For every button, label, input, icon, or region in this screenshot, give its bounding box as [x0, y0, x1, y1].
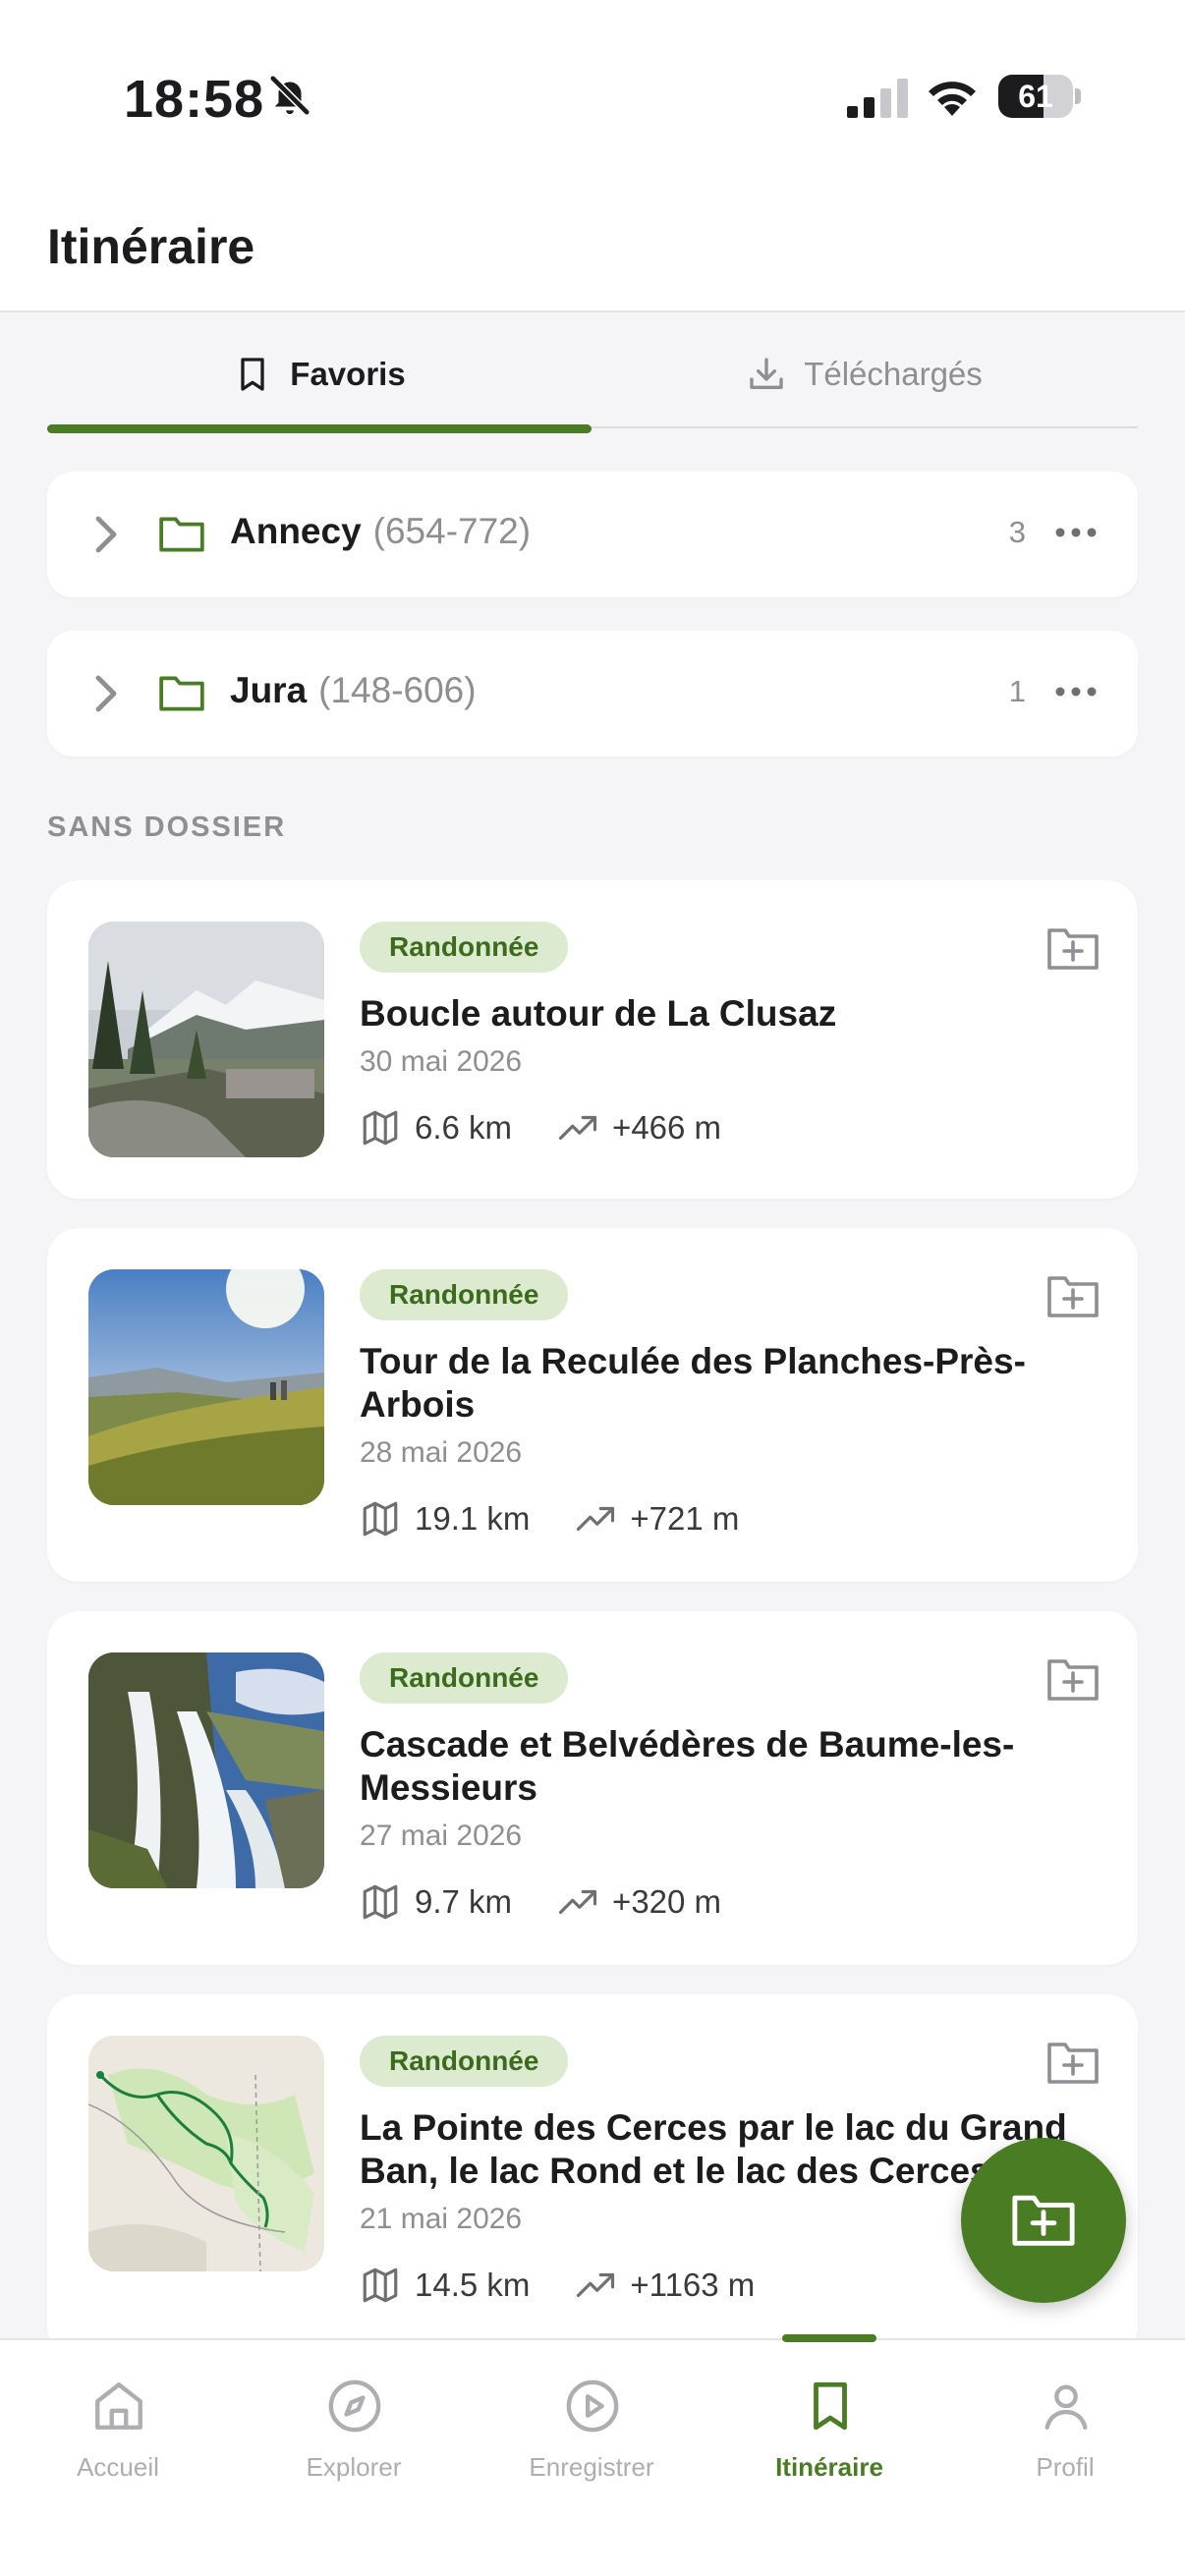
app-header: Itinéraire [0, 187, 1185, 312]
trending-up-icon [558, 1889, 597, 1915]
chevron-right-icon[interactable] [90, 515, 122, 554]
route-card[interactable]: Randonnée Boucle autour de La Clusaz 30 … [47, 880, 1138, 1199]
route-elevation: +1163 m [630, 2267, 756, 2303]
tab-favoris[interactable]: Favoris [47, 312, 592, 436]
add-to-folder-icon[interactable] [1045, 924, 1100, 973]
route-date: 21 mai 2026 [360, 2203, 523, 2235]
route-date: 27 mai 2026 [360, 1820, 523, 1852]
more-options-icon[interactable] [1053, 513, 1099, 552]
battery-level: 61 [1018, 79, 1053, 114]
add-to-folder-icon[interactable] [1045, 1271, 1100, 1320]
wifi-icon [929, 82, 976, 116]
bookmark-icon [814, 2381, 847, 2431]
folder-icon [159, 517, 204, 552]
route-thumbnail [88, 1652, 324, 1888]
route-title: Boucle autour de La Clusaz [360, 993, 837, 1034]
route-distance: 19.1 km [415, 1500, 531, 1537]
compass-icon [328, 2380, 381, 2433]
route-elevation: +721 m [630, 1500, 740, 1537]
route-title: Tour de la Reculée des Planches-Près-Arb… [360, 1341, 1026, 1425]
map-icon [363, 2268, 398, 2303]
bell-muted-icon [268, 74, 311, 117]
status-time: 18:58 [124, 70, 265, 129]
folder-row[interactable]: Annecy (654-772) 3 [47, 472, 1138, 597]
route-stats: 14.5 km +1163 m [360, 2264, 755, 2307]
trending-up-icon [558, 1115, 597, 1141]
trending-up-icon [577, 1506, 615, 1532]
route-title: Cascade et Belvédères de Baume-les-Messi… [360, 1724, 1015, 1808]
battery-indicator: 61 [998, 75, 1081, 118]
folder-plus-icon [1012, 2195, 1075, 2246]
tab-telecharges[interactable]: Téléchargés [592, 312, 1138, 436]
profile-icon [1044, 2384, 1088, 2430]
nav-item-itineraire[interactable]: Itinéraire [711, 2340, 947, 2497]
activity-tag: Randonnée [360, 1652, 569, 1704]
route-card[interactable]: Randonnée Tour de la Reculée des Planche… [47, 1228, 1138, 1582]
record-play-icon [566, 2380, 619, 2433]
add-to-folder-icon[interactable] [1045, 2038, 1100, 2087]
cellular-signal-icon [847, 79, 908, 118]
bookmark-icon [241, 358, 264, 391]
map-icon [363, 1884, 398, 1920]
route-map-thumbnail [88, 2036, 324, 2271]
trending-up-icon [577, 2272, 615, 2298]
nav-item-profil[interactable]: Profil [947, 2340, 1183, 2497]
more-options-icon[interactable] [1053, 672, 1099, 711]
activity-tag: Randonnée [360, 2036, 569, 2087]
route-thumbnail [88, 1269, 324, 1505]
nav-label: Explorer [306, 2452, 402, 2482]
nav-item-explorer[interactable]: Explorer [236, 2340, 472, 2497]
route-stats: 6.6 km +466 m [360, 1106, 721, 1149]
route-distance: 14.5 km [415, 2267, 531, 2303]
nav-label: Itinéraire [775, 2452, 883, 2482]
route-elevation: +320 m [612, 1883, 722, 1920]
route-date: 28 mai 2026 [360, 1436, 523, 1469]
nav-label: Enregistrer [529, 2452, 654, 2482]
activity-tag: Randonnée [360, 922, 569, 973]
folder-name: Annecy (654-772) [230, 511, 532, 551]
page-title: Itinéraire [47, 219, 255, 274]
folder-range: (148-606) [318, 670, 477, 710]
nav-label: Accueil [77, 2452, 159, 2482]
chevron-right-icon[interactable] [90, 674, 122, 713]
route-stats: 9.7 km +320 m [360, 1880, 721, 1924]
folder-count: 1 [1008, 674, 1026, 708]
tab-favoris-label: Favoris [290, 356, 406, 392]
route-elevation: +466 m [612, 1109, 722, 1146]
activity-tag: Randonnée [360, 1269, 569, 1320]
route-stats: 19.1 km +721 m [360, 1497, 739, 1540]
nav-item-enregistrer[interactable]: Enregistrer [474, 2340, 709, 2497]
tab-bar: Favoris Téléchargés [0, 312, 1185, 440]
route-thumbnail [88, 922, 324, 1157]
map-icon [363, 1501, 398, 1537]
section-label-sans-dossier: SANS DOSSIER [47, 812, 287, 843]
route-distance: 6.6 km [415, 1109, 513, 1146]
folder-row[interactable]: Jura (148-606) 1 [47, 631, 1138, 756]
route-distance: 9.7 km [415, 1883, 513, 1920]
status-bar: 18:58 61 [0, 0, 1185, 187]
folder-name: Jura (148-606) [230, 670, 477, 710]
nav-item-accueil[interactable]: Accueil [0, 2340, 236, 2497]
create-folder-button[interactable] [961, 2138, 1126, 2303]
active-tab-indicator [47, 424, 592, 433]
bottom-navigation: Accueil Explorer Enregistrer Itinéraire … [0, 2334, 1185, 2576]
download-icon [750, 358, 783, 389]
folder-range: (654-772) [372, 511, 532, 551]
route-date: 30 mai 2026 [360, 1045, 523, 1078]
tab-telecharges-label: Téléchargés [804, 356, 983, 392]
folder-icon [159, 676, 204, 711]
nav-label: Profil [1036, 2452, 1095, 2482]
map-icon [363, 1110, 398, 1146]
folder-count: 3 [1008, 515, 1026, 549]
home-icon [95, 2382, 142, 2430]
route-card[interactable]: Randonnée Cascade et Belvédères de Baume… [47, 1611, 1138, 1965]
add-to-folder-icon[interactable] [1045, 1654, 1100, 1704]
